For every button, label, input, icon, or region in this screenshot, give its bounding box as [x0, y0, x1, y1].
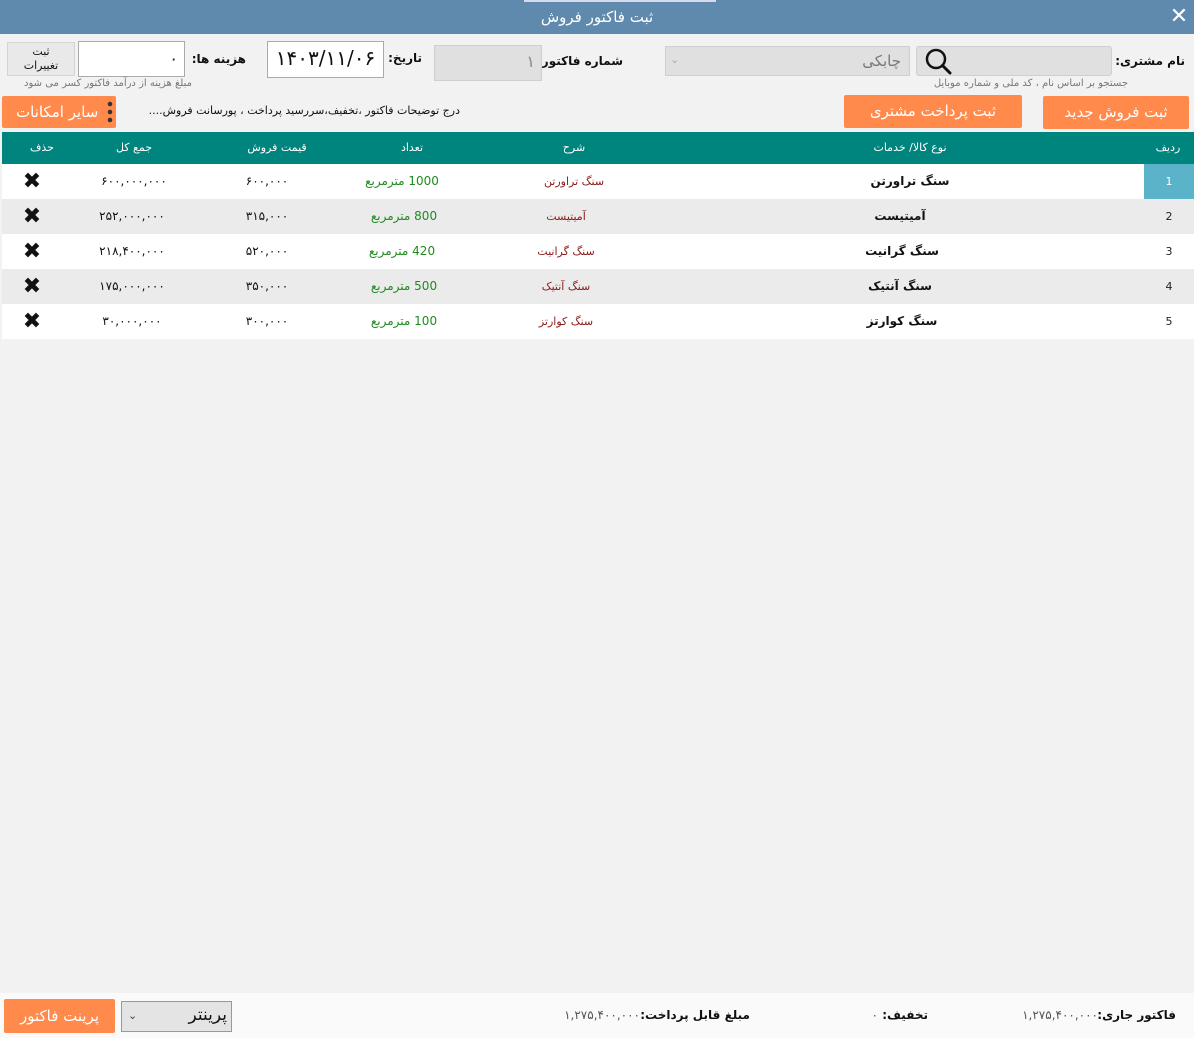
customer-search-hint: جستجو بر اساس نام ، کد ملی و شماره موبای…: [933, 78, 1128, 89]
delete-icon[interactable]: ✖: [16, 164, 48, 199]
row-total: ۲۱۸,۴۰۰,۰۰۰: [99, 244, 165, 258]
row-price: ۳۱۵,۰۰۰: [245, 209, 289, 223]
row-description: سنگ کوارتز: [538, 315, 594, 328]
more-vertical-icon: [106, 100, 114, 124]
new-sale-button[interactable]: ثبت فروش جدید: [1043, 96, 1189, 129]
payable-value: ۱,۲۷۵,۴۰۰,۰۰۰: [564, 1008, 640, 1022]
row-index: 4: [1165, 280, 1173, 293]
row-product: سنگ تراورتن: [870, 174, 950, 188]
delete-icon[interactable]: ✖: [16, 304, 48, 339]
row-price: ۵۲۰,۰۰۰: [245, 244, 289, 258]
date-value: ۱۴۰۳/۱۱/۰۶: [275, 46, 376, 70]
row-index: 2: [1165, 210, 1173, 223]
chevron-down-icon: ⌄: [128, 1009, 138, 1022]
date-label: تاریخ:: [388, 51, 422, 65]
expenses-value: ۰: [169, 49, 178, 68]
row-index: 1: [1144, 164, 1194, 199]
invoice-number-value: ۱: [526, 52, 535, 71]
table-row[interactable]: 5 سنگ کوارتز سنگ کوارتز 100 مترمربع ۳۰۰,…: [2, 304, 1194, 339]
row-description: سنگ تراورتن: [543, 175, 605, 188]
row-description: سنگ گرانیت: [537, 245, 595, 258]
row-total: ۳۰,۰۰۰,۰۰۰: [102, 314, 162, 328]
current-invoice-label: فاکتور جاری:: [1097, 1008, 1176, 1022]
col-quantity: تعداد: [400, 141, 424, 154]
chevron-down-icon: ⌄: [670, 53, 680, 66]
customer-combo-value: چابکی: [862, 52, 901, 70]
col-price: قیمت فروش: [247, 141, 307, 154]
table-row[interactable]: 2 آمیتیست آمیتیست 800 مترمربع ۳۱۵,۰۰۰ ۲۵…: [2, 199, 1194, 234]
printer-select[interactable]: ⌄ پرینتر: [121, 1001, 232, 1032]
row-product: آمیتیست: [874, 209, 926, 223]
save-changes-label: ثبت تغییرات: [23, 45, 59, 72]
expenses-field[interactable]: ۰: [78, 41, 185, 77]
row-total: ۲۵۲,۰۰۰,۰۰۰: [99, 209, 165, 223]
col-index: ردیف: [1155, 141, 1181, 154]
date-field[interactable]: ۱۴۰۳/۱۱/۰۶: [267, 41, 384, 78]
customer-label: نام مشتری:: [1115, 54, 1185, 68]
delete-icon[interactable]: ✖: [16, 269, 48, 304]
invoice-number-label: شماره فاکتور:: [537, 54, 623, 68]
invoice-notes-link[interactable]: درج توضیحات فاکتور ،تخفیف،سررسید پرداخت …: [118, 104, 460, 117]
table-row[interactable]: 3 سنگ گرانیت سنگ گرانیت 420 مترمربع ۵۲۰,…: [2, 234, 1194, 269]
close-icon[interactable]: ✕: [1166, 4, 1192, 30]
expenses-hint: مبلغ هزینه از درآمد فاکتور کسر می شود: [24, 78, 192, 89]
row-quantity: 100 مترمربع: [370, 314, 438, 328]
row-price: ۳۵۰,۰۰۰: [245, 279, 289, 293]
delete-icon[interactable]: ✖: [16, 199, 48, 234]
customer-combo[interactable]: ⌄ چابکی: [665, 46, 910, 76]
more-options-button[interactable]: سایر امکانات: [2, 96, 116, 128]
col-total: جمع کل: [115, 141, 153, 154]
delete-icon[interactable]: ✖: [16, 234, 48, 269]
row-total: ۱۷۵,۰۰۰,۰۰۰: [99, 279, 165, 293]
row-quantity: 420 مترمربع: [368, 244, 436, 258]
current-invoice-value: ۱,۲۷۵,۴۰۰,۰۰۰: [1022, 1008, 1098, 1022]
row-price: ۳۰۰,۰۰۰: [245, 314, 289, 328]
search-icon[interactable]: [918, 47, 958, 75]
table-header: ردیف نوع کالا/ خدمات شرح تعداد قیمت فروش…: [2, 132, 1194, 164]
table-row[interactable]: 4 سنگ آنتیک سنگ آنتیک 500 مترمربع ۳۵۰,۰۰…: [2, 269, 1194, 304]
discount-label: تخفیف:: [882, 1008, 928, 1022]
table-row[interactable]: 1 سنگ تراورتن سنگ تراورتن 1000 مترمربع ۶…: [2, 164, 1194, 199]
more-options-label: سایر امکانات: [16, 103, 99, 121]
col-delete: حذف: [30, 141, 54, 154]
row-index: 5: [1165, 315, 1173, 328]
col-product: نوع کالا/ خدمات: [873, 141, 947, 154]
window-title: ثبت فاکتور فروش: [540, 8, 654, 26]
row-index: 3: [1165, 245, 1173, 258]
print-invoice-button[interactable]: پرینت فاکتور: [4, 999, 115, 1033]
expenses-label: هزینه ها:: [191, 52, 246, 66]
printer-select-value: پرینتر: [188, 1005, 227, 1025]
invoice-number-field: ۱: [434, 45, 542, 81]
row-quantity: 1000 مترمربع: [365, 174, 439, 188]
col-description: شرح: [562, 141, 586, 154]
save-changes-button[interactable]: ثبت تغییرات: [7, 42, 75, 76]
row-product: سنگ آنتیک: [868, 279, 932, 293]
row-total: ۶۰۰,۰۰۰,۰۰۰: [101, 174, 167, 188]
payable-label: مبلغ قابل پرداخت:: [640, 1008, 750, 1022]
customer-payment-button[interactable]: ثبت پرداخت مشتری: [844, 95, 1022, 128]
row-product: سنگ کوارتز: [866, 314, 938, 328]
row-description: سنگ آنتیک: [541, 280, 591, 293]
discount-value: ۰: [871, 1008, 878, 1022]
row-quantity: 500 مترمربع: [370, 279, 438, 293]
row-price: ۶۰۰,۰۰۰: [245, 174, 289, 188]
row-product: سنگ گرانیت: [865, 244, 939, 258]
row-description: آمیتیست: [546, 210, 586, 223]
row-quantity: 800 مترمربع: [370, 209, 438, 223]
